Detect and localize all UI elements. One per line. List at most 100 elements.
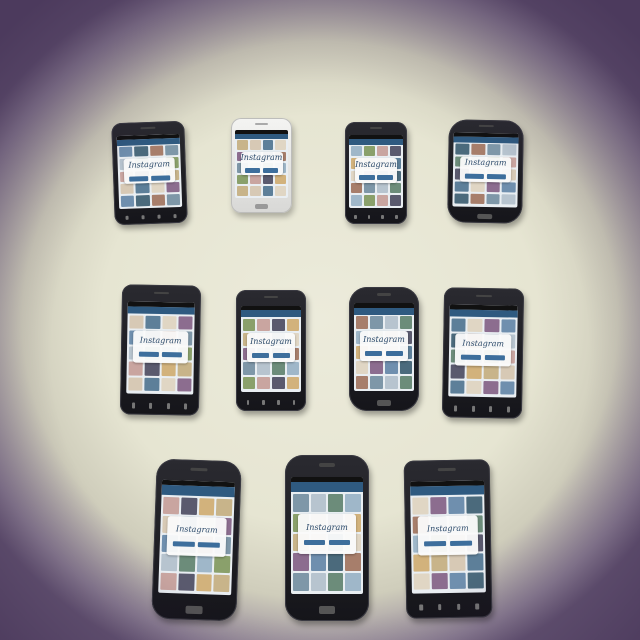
nav-key — [125, 215, 129, 220]
phone-4: Instagram Sign upLog in — [447, 119, 524, 224]
photo-tile — [216, 498, 233, 517]
signup-button[interactable]: Sign up — [129, 175, 149, 182]
photo-tile — [430, 497, 447, 515]
instagram-logo: Instagram — [240, 152, 283, 162]
login-button[interactable]: Log in — [151, 175, 170, 181]
phone-screen: Instagram Sign upLog in — [116, 134, 183, 209]
photo-tile — [355, 360, 369, 374]
login-button[interactable]: Log in — [487, 174, 507, 180]
instagram-logo: Instagram — [355, 160, 397, 170]
login-button[interactable]: Log in — [385, 351, 404, 357]
photo-tile — [128, 315, 144, 329]
earpiece — [140, 126, 156, 130]
app-header-bar — [353, 307, 415, 315]
photo-tile — [328, 494, 344, 512]
auth-buttons: Sign upLog in — [138, 352, 183, 358]
welcome-card: Instagram Sign upLog in — [123, 157, 175, 184]
photo-tile — [363, 195, 375, 206]
nav-key — [246, 400, 250, 405]
signup-button[interactable]: Sign up — [303, 539, 326, 545]
app-header-bar — [161, 485, 235, 497]
photo-tile — [377, 182, 389, 194]
signup-button[interactable]: Sign up — [138, 352, 159, 358]
photo-tile — [262, 186, 274, 196]
signup-button[interactable]: Sign up — [464, 173, 484, 180]
capacitive-keys — [419, 603, 480, 611]
home-button — [477, 213, 493, 220]
photo-tile — [242, 318, 256, 332]
login-button[interactable]: Log in — [162, 352, 183, 358]
welcome-card: Instagram Sign upLog in — [166, 516, 227, 557]
auth-buttons: Sign upLog in — [464, 173, 507, 180]
signup-button[interactable]: Sign up — [244, 167, 261, 173]
phone-screen: Instagram Sign upLog in — [452, 132, 519, 208]
photo-tile — [144, 362, 160, 376]
photo-tile — [370, 316, 383, 330]
photo-tile — [355, 375, 369, 389]
login-button[interactable]: Log in — [262, 167, 279, 173]
login-button[interactable]: Log in — [377, 175, 394, 181]
photo-tile — [150, 182, 165, 194]
earpiece — [377, 293, 391, 296]
photo-tile — [145, 315, 161, 330]
home-button — [318, 606, 336, 615]
signup-button[interactable]: Sign up — [364, 351, 383, 357]
signup-button[interactable]: Sign up — [358, 175, 375, 181]
app-header-bar — [410, 485, 485, 496]
photo-tile — [272, 376, 285, 390]
login-button[interactable]: Log in — [328, 539, 351, 545]
instagram-logo: Instagram — [363, 335, 405, 345]
earpiece — [438, 467, 456, 472]
signup-button[interactable]: Sign up — [251, 352, 270, 358]
capacitive-keys — [125, 213, 177, 220]
photo-tile — [467, 571, 484, 590]
login-button[interactable]: Log in — [198, 542, 220, 548]
app-header-bar — [349, 138, 403, 145]
photo-tile — [385, 316, 398, 330]
nav-key — [183, 403, 188, 409]
capacitive-keys — [131, 402, 188, 409]
photo-tile — [363, 182, 375, 194]
nav-key — [381, 214, 385, 219]
photo-tile — [377, 195, 389, 206]
photo-tile — [249, 186, 261, 196]
photo-tile — [120, 183, 134, 195]
photo-tile — [196, 554, 213, 573]
login-button[interactable]: Log in — [484, 355, 505, 361]
photo-tile — [166, 194, 181, 205]
photo-tile — [164, 145, 179, 156]
photo-tile — [390, 146, 402, 157]
photo-tile — [370, 360, 383, 374]
photo-tile — [275, 186, 287, 196]
photo-tile — [502, 144, 517, 156]
nav-key — [354, 214, 357, 219]
welcome-card: Instagram Sign upLog in — [246, 333, 296, 363]
welcome-card: Instagram Sign upLog in — [459, 156, 512, 183]
photo-tile — [257, 362, 270, 375]
app-header-bar — [127, 305, 196, 315]
phone-5: Instagram Sign upLog in — [119, 284, 202, 416]
login-button[interactable]: Log in — [272, 352, 291, 358]
signup-button[interactable]: Sign up — [424, 541, 447, 547]
phone-7: Instagram Sign upLog in — [349, 287, 419, 411]
photo-tile — [293, 494, 309, 512]
phone-screen: Instagram Sign upLog in — [349, 135, 403, 208]
photo-tile — [413, 554, 430, 572]
instagram-logo: Instagram — [128, 158, 171, 170]
photo-tile — [178, 573, 195, 591]
photo-tile — [399, 316, 413, 330]
photo-tile — [328, 553, 344, 572]
photo-tile — [286, 362, 300, 375]
photo-tile — [328, 573, 344, 591]
photo-tile — [242, 376, 256, 390]
welcome-card: Instagram Sign upLog in — [359, 331, 409, 362]
photo-tile — [467, 553, 484, 571]
login-button[interactable]: Log in — [449, 540, 472, 547]
photo-tile — [144, 377, 160, 392]
photo-tile — [161, 362, 176, 377]
signup-button[interactable]: Sign up — [460, 355, 482, 361]
photo-tile — [449, 572, 466, 590]
photo-tile — [363, 146, 375, 157]
phone-screen: Instagram Sign upLog in — [447, 304, 519, 398]
signup-button[interactable]: Sign up — [172, 541, 195, 547]
